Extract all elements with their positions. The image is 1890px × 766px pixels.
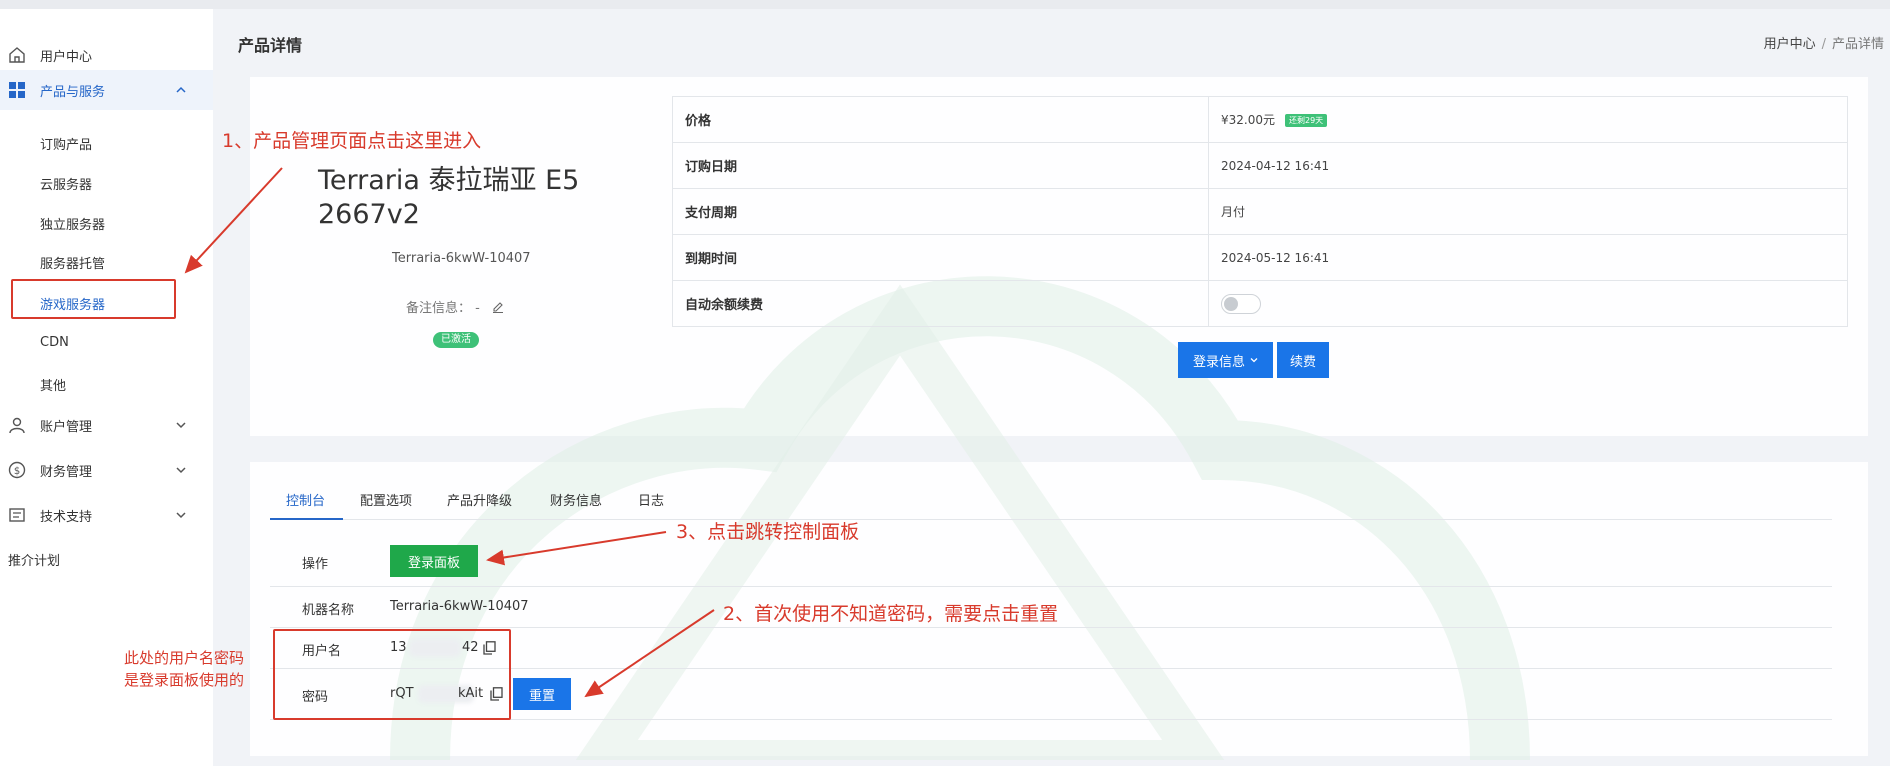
breadcrumb: 用户中心 / 产品详情 xyxy=(1764,33,1884,52)
reset-password-button[interactable]: 重置 xyxy=(513,678,571,710)
sidebar-item-label: 账户管理 xyxy=(40,419,93,435)
sidebar-item-support[interactable]: 技术支持 xyxy=(0,495,213,535)
chevron-down-icon xyxy=(176,467,186,474)
breadcrumb-user-center[interactable]: 用户中心 xyxy=(1764,37,1816,52)
table-row: 支付周期 月付 xyxy=(672,188,1848,235)
sidebar-sub-other[interactable]: 其他 xyxy=(40,375,66,394)
note-value: - xyxy=(475,301,480,316)
table-row: 自动余额续费 xyxy=(672,280,1848,327)
sidebar-item-products[interactable]: 产品与服务 xyxy=(0,70,213,110)
tab-finance-info[interactable]: 财务信息 xyxy=(550,490,602,509)
expiry-value: 2024-05-12 16:41 xyxy=(1208,234,1848,281)
chevron-up-icon xyxy=(176,86,186,93)
toggle-knob xyxy=(1224,296,1238,311)
sidebar-item-label: 财务管理 xyxy=(40,464,93,480)
chevron-down-icon xyxy=(176,512,186,519)
svg-text:$: $ xyxy=(14,466,20,477)
product-info-table: 价格 ¥32.00元 还剩29天 订购日期 2024-04-12 16:41 支付… xyxy=(672,96,1848,327)
expiry-label: 到期时间 xyxy=(672,234,1209,281)
annotation-box-credentials xyxy=(273,629,511,720)
price-cell: ¥32.00元 还剩29天 xyxy=(1208,96,1848,143)
table-row: 到期时间 2024-05-12 16:41 xyxy=(672,234,1848,281)
annotation-step1: 1、产品管理页面点击这里进入 xyxy=(222,130,482,152)
sidebar-item-finance[interactable]: $ 财务管理 xyxy=(0,450,213,490)
tab-config-options[interactable]: 配置选项 xyxy=(360,490,412,509)
tab-upgrade-downgrade[interactable]: 产品升降级 xyxy=(447,490,512,509)
machine-name-value: Terraria-6kwW-10407 xyxy=(390,599,529,614)
sidebar-sub-dedicated[interactable]: 独立服务器 xyxy=(40,214,105,233)
grid-icon xyxy=(9,82,25,98)
sidebar-sub-order[interactable]: 订购产品 xyxy=(40,134,92,153)
machine-name-label: 机器名称 xyxy=(302,603,355,618)
annotation-step3: 3、点击跳转控制面板 xyxy=(676,521,860,543)
price-label: 价格 xyxy=(672,96,1209,143)
side-note-line1: 此处的用户名密码 xyxy=(124,649,245,667)
annotation-box-game-server xyxy=(11,279,176,319)
price-value: ¥32.00元 xyxy=(1221,113,1275,127)
sidebar-item-label: 用户中心 xyxy=(40,49,93,65)
billing-cycle-value: 月付 xyxy=(1208,188,1848,235)
product-id: Terraria-6kwW-10407 xyxy=(392,251,531,266)
top-border xyxy=(0,0,1890,9)
billing-cycle-label: 支付周期 xyxy=(672,188,1209,235)
operation-label: 操作 xyxy=(302,557,329,572)
login-info-label: 登录信息 xyxy=(1192,354,1245,370)
product-note: 备注信息： - xyxy=(406,297,504,316)
tab-divider xyxy=(270,519,1832,520)
home-icon xyxy=(9,47,25,63)
chevron-down-icon xyxy=(1250,358,1258,363)
status-badge: 已激活 xyxy=(433,332,479,348)
order-date-value: 2024-04-12 16:41 xyxy=(1208,142,1848,189)
note-label: 备注信息： xyxy=(406,301,472,316)
renew-button[interactable]: 续费 xyxy=(1277,342,1329,378)
table-row: 订购日期 2024-04-12 16:41 xyxy=(672,142,1848,189)
side-note-line2: 是登录面板使用的 xyxy=(124,671,245,689)
sidebar-item-referral[interactable]: 推介计划 xyxy=(8,550,60,569)
tab-logs[interactable]: 日志 xyxy=(638,490,664,509)
product-name: Terraria 泰拉瑞亚 E5 2667v2 xyxy=(318,165,580,230)
sidebar-item-label: 技术支持 xyxy=(40,509,93,525)
chevron-down-icon xyxy=(176,422,186,429)
login-info-button[interactable]: 登录信息 xyxy=(1178,342,1273,378)
row-divider xyxy=(270,627,1832,628)
sidebar-item-account[interactable]: 账户管理 xyxy=(0,405,213,445)
tab-console[interactable]: 控制台 xyxy=(286,490,325,509)
sidebar-sub-colocation[interactable]: 服务器托管 xyxy=(40,253,105,272)
breadcrumb-separator: / xyxy=(1821,37,1826,52)
user-icon xyxy=(9,417,25,434)
order-date-label: 订购日期 xyxy=(672,142,1209,189)
sidebar-item-label: 产品与服务 xyxy=(40,84,106,100)
row-divider xyxy=(270,586,1832,587)
annotation-step2: 2、首次使用不知道密码，需要点击重置 xyxy=(723,603,1059,625)
ticket-icon xyxy=(9,508,25,522)
dollar-icon: $ xyxy=(8,461,26,479)
sidebar-sub-cloud[interactable]: 云服务器 xyxy=(40,174,92,193)
annotation-side-note: 此处的用户名密码 是登录面板使用的 xyxy=(124,647,244,691)
page-title: 产品详情 xyxy=(238,36,303,55)
table-row: 价格 ¥32.00元 还剩29天 xyxy=(672,96,1848,143)
remaining-days-badge: 还剩29天 xyxy=(1285,114,1328,127)
sidebar-item-user-center[interactable]: 用户中心 xyxy=(0,35,213,75)
edit-icon[interactable] xyxy=(492,301,504,313)
auto-renew-label: 自动余额续费 xyxy=(672,280,1209,327)
active-tab-indicator xyxy=(270,518,343,520)
sidebar-sub-cdn[interactable]: CDN xyxy=(40,335,69,350)
login-panel-button[interactable]: 登录面板 xyxy=(390,545,478,577)
breadcrumb-current: 产品详情 xyxy=(1831,37,1884,52)
auto-renew-toggle[interactable] xyxy=(1221,293,1261,314)
auto-renew-cell xyxy=(1208,280,1848,327)
